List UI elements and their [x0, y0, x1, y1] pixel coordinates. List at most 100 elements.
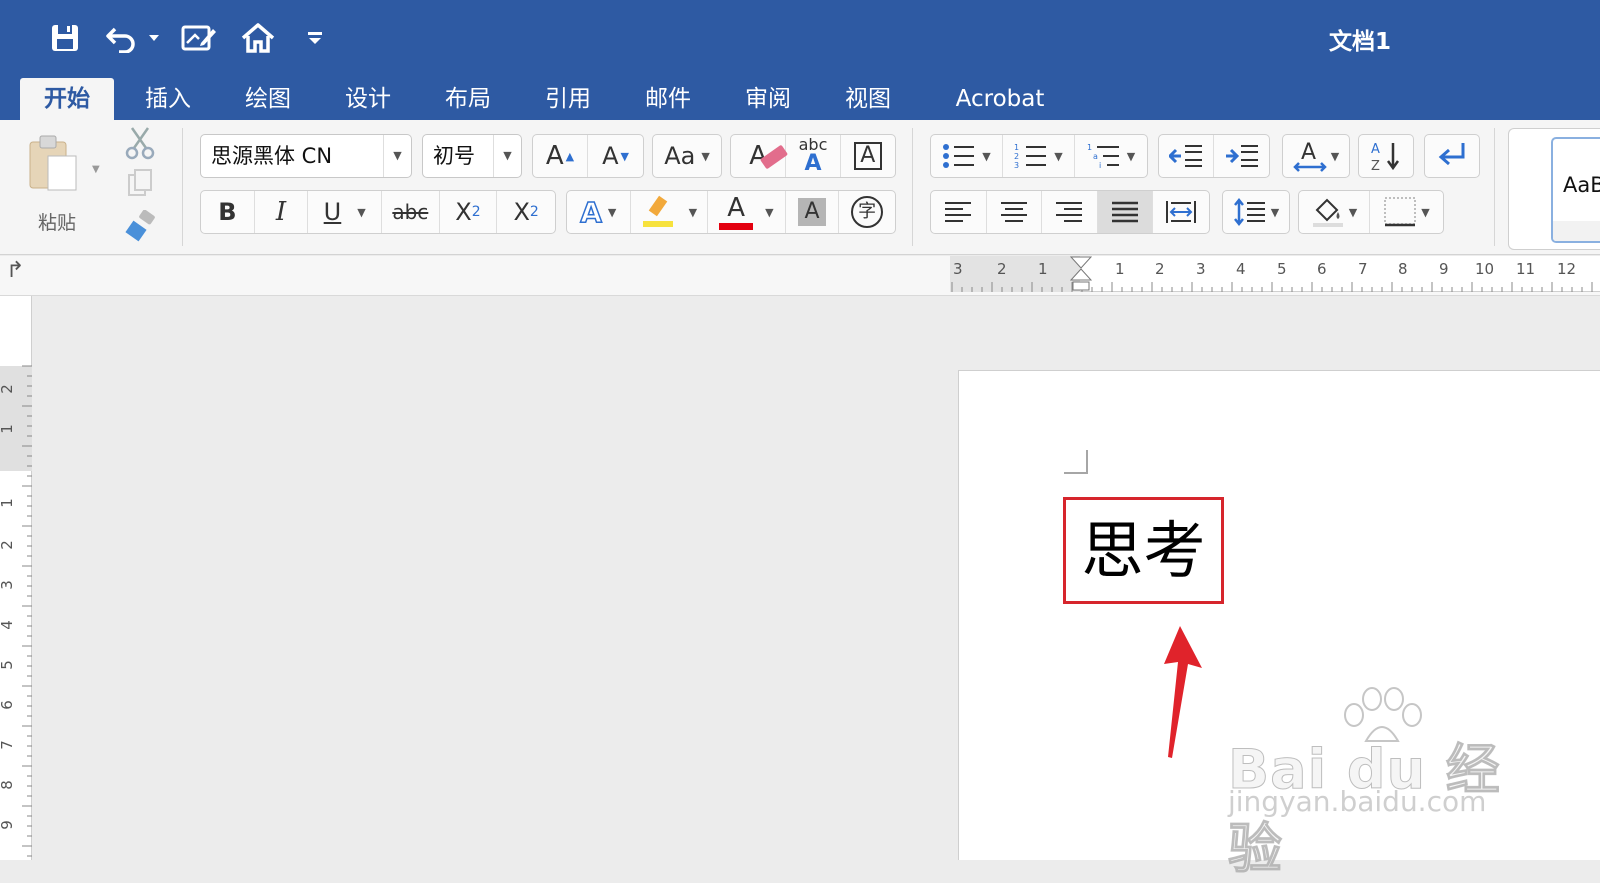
cut-icon[interactable] [124, 126, 160, 160]
paste-button[interactable]: ▼ 粘贴 [22, 130, 102, 234]
superscript-button[interactable]: X2 [497, 191, 555, 233]
strikethrough-button[interactable]: abc [382, 191, 440, 233]
phonetic-letter: A [804, 151, 822, 176]
superscript-mark: 2 [529, 204, 539, 220]
undo-icon[interactable] [104, 20, 140, 56]
enclose-characters-button[interactable]: 字 [839, 191, 895, 233]
ruler-label: 10 [1475, 260, 1495, 278]
clear-formatting-icon: A [749, 141, 789, 171]
edit-document-icon[interactable] [180, 20, 218, 56]
character-shading-icon: A [798, 198, 826, 226]
text-tools-group: A abc A A [730, 134, 896, 178]
indent-group [1158, 134, 1270, 178]
customize-toolbar-icon[interactable] [304, 20, 326, 56]
text-effects-button[interactable]: A ▼ [567, 191, 631, 233]
chevron-down-icon: ▼ [1126, 149, 1136, 163]
chevron-down-icon: ▼ [357, 205, 366, 219]
paragraph-shading-button[interactable]: ▼ [1299, 191, 1371, 233]
ruler-label: 4 [0, 620, 16, 630]
borders-button[interactable]: ▼ [1370, 191, 1443, 233]
align-left-icon [945, 202, 972, 222]
list-group: ▼ 123 ▼ 1ai ▼ [930, 134, 1148, 178]
align-left-button[interactable] [931, 191, 987, 233]
chevron-down-icon: ▼ [688, 205, 698, 219]
save-icon[interactable] [48, 20, 82, 56]
change-case-button[interactable]: Aa ▼ [652, 134, 722, 178]
tab-mailings[interactable]: 邮件 [628, 78, 708, 120]
vertical-ruler[interactable]: 2 1 1 2 3 4 5 6 7 8 9 [0, 296, 32, 860]
style-normal[interactable]: AaB [1551, 137, 1600, 243]
align-center-button[interactable] [987, 191, 1043, 233]
align-right-button[interactable] [1042, 191, 1098, 233]
highlighter-icon [642, 195, 673, 227]
svg-text:a: a [1093, 152, 1098, 161]
tab-layout[interactable]: 布局 [428, 78, 508, 120]
document-text[interactable]: 思考 [1066, 500, 1221, 601]
clear-formatting-button[interactable]: A [731, 135, 789, 177]
decrease-indent-button[interactable] [1159, 135, 1215, 177]
ruler-label: 12 [1557, 260, 1577, 278]
font-size-select[interactable]: 初号 ▼ [422, 134, 522, 178]
multilevel-list-button[interactable]: 1ai ▼ [1075, 135, 1147, 177]
ribbon-home: ▼ 粘贴 思源黑体 CN ▼ 初号 ▼ A▲ A▼ Aa▼ A abc A [0, 120, 1600, 255]
tab-design[interactable]: 设计 [328, 78, 408, 120]
triangle-down-icon: ▼ [620, 149, 629, 163]
bullets-button[interactable]: ▼ [931, 135, 1003, 177]
chevron-down-icon[interactable]: ▼ [383, 135, 411, 177]
ruler-label: 2 [0, 540, 16, 550]
ruler-label: 9 [1439, 260, 1449, 278]
italic-button[interactable]: I [255, 191, 309, 233]
sort-button[interactable]: AZ [1358, 134, 1414, 178]
tab-draw[interactable]: 绘图 [228, 78, 308, 120]
phonetic-guide-button[interactable]: abc A [786, 135, 841, 177]
numbering-icon: 123 [1014, 143, 1047, 170]
line-spacing-button[interactable]: ▼ [1222, 190, 1290, 234]
chevron-down-icon: ▼ [1054, 149, 1063, 163]
shrink-font-button[interactable]: A ▼ [588, 135, 643, 177]
subscript-icon: X [455, 198, 472, 226]
font-size-value: 初号 [433, 144, 475, 168]
chevron-down-icon[interactable]: ▼ [493, 135, 521, 177]
increase-indent-button[interactable] [1214, 135, 1269, 177]
font-color-button[interactable]: A ▼ [708, 191, 786, 233]
tab-selector-icon[interactable]: ↱ [6, 258, 24, 283]
subscript-button[interactable]: X2 [440, 191, 498, 233]
horizontal-ruler[interactable]: 3 2 1 1 2 3 4 5 6 7 8 9 10 11 12 [950, 256, 1600, 292]
character-shading-button[interactable]: A [786, 191, 840, 233]
justify-button[interactable] [1097, 191, 1154, 233]
font-family-select[interactable]: 思源黑体 CN ▼ [200, 134, 412, 178]
grow-font-button[interactable]: A ▲ [533, 135, 589, 177]
shading-border-group: ▼ ▼ [1298, 190, 1444, 234]
distributed-button[interactable] [1153, 191, 1209, 233]
tab-view[interactable]: 视图 [828, 78, 908, 120]
numbering-button[interactable]: 123 ▼ [1003, 135, 1075, 177]
bold-button[interactable]: B [201, 191, 255, 233]
paste-dropdown-caret-icon[interactable]: ▼ [92, 164, 100, 175]
chevron-down-icon: ▼ [701, 149, 710, 163]
document-title: 文档1 [1328, 29, 1391, 55]
tab-insert[interactable]: 插入 [128, 78, 208, 120]
font-size-adjust-group: A ▲ A ▼ [532, 134, 644, 178]
tab-home[interactable]: 开始 [20, 78, 114, 120]
undo-dropdown-caret-icon[interactable] [146, 20, 162, 56]
borders-icon [1384, 197, 1417, 227]
ruler-label: 8 [0, 780, 16, 790]
tab-acrobat[interactable]: Acrobat [940, 78, 1060, 120]
paste-label: 粘贴 [37, 212, 76, 234]
highlight-button[interactable]: ▼ [631, 191, 709, 233]
svg-text:2: 2 [1014, 152, 1019, 161]
superscript-icon: X [513, 198, 530, 226]
tab-review[interactable]: 审阅 [728, 78, 808, 120]
copy-icon[interactable] [126, 168, 158, 200]
home-icon[interactable] [240, 20, 276, 56]
character-spacing-button[interactable]: A ▼ [1282, 134, 1350, 178]
tab-references[interactable]: 引用 [528, 78, 608, 120]
page-margin-corner [1064, 450, 1088, 474]
underline-button[interactable]: U ▼ [308, 191, 382, 233]
character-border-button[interactable]: A [841, 135, 895, 177]
show-formatting-marks-button[interactable] [1424, 134, 1480, 178]
format-painter-icon[interactable] [124, 209, 160, 244]
justify-icon [1112, 201, 1139, 223]
svg-text:3: 3 [1014, 161, 1019, 170]
baidu-watermark: Bai du 经验 jingyan.baidu.com [1222, 685, 1522, 881]
